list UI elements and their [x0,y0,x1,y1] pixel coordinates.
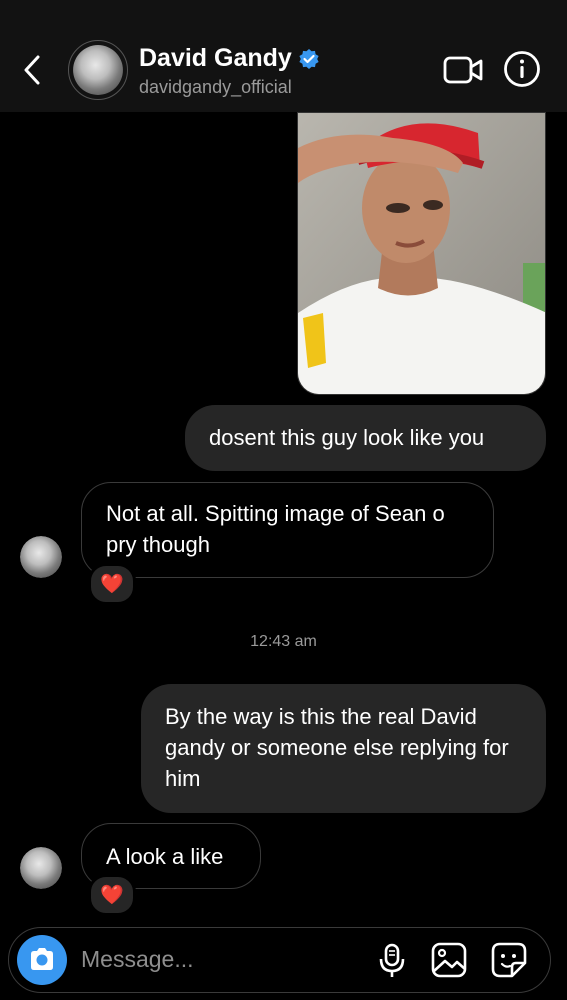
microphone-icon[interactable] [377,942,407,980]
message-text: Not at all. Spitting image of Sean o pry… [106,501,445,557]
message-bubble-incoming[interactable]: Not at all. Spitting image of Sean o pry… [81,482,494,578]
heart-reaction-icon[interactable]: ❤️ [88,874,136,916]
video-call-icon[interactable] [442,52,484,88]
sender-avatar[interactable] [20,847,62,889]
message-bubble-outgoing[interactable]: By the way is this the real David gandy … [141,684,546,813]
sticker-icon[interactable] [490,941,528,979]
message-composer: Message... [8,927,551,993]
profile-avatar[interactable] [68,40,128,100]
message-text: dosent this guy look like you [209,425,485,450]
timestamp: 12:43 am [250,633,317,650]
message-text: By the way is this the real David gandy … [165,704,509,791]
contact-name[interactable]: David Gandy [139,44,292,73]
chat-header: David Gandy davidgandy_official [0,0,567,112]
camera-icon [31,948,53,970]
message-bubble-outgoing[interactable]: dosent this guy look like you [185,405,546,471]
back-arrow-icon[interactable] [18,52,48,88]
gallery-icon[interactable] [430,941,468,979]
message-text: A look a like [106,844,224,869]
shared-photo-image [298,113,545,394]
contact-handle[interactable]: davidgandy_official [139,77,292,98]
camera-button[interactable] [17,935,67,985]
shared-photo[interactable] [297,112,546,395]
verified-badge-icon [299,49,319,69]
info-icon[interactable] [503,50,541,88]
sender-avatar[interactable] [20,536,62,578]
message-input[interactable]: Message... [81,946,194,973]
heart-reaction-icon[interactable]: ❤️ [88,563,136,605]
